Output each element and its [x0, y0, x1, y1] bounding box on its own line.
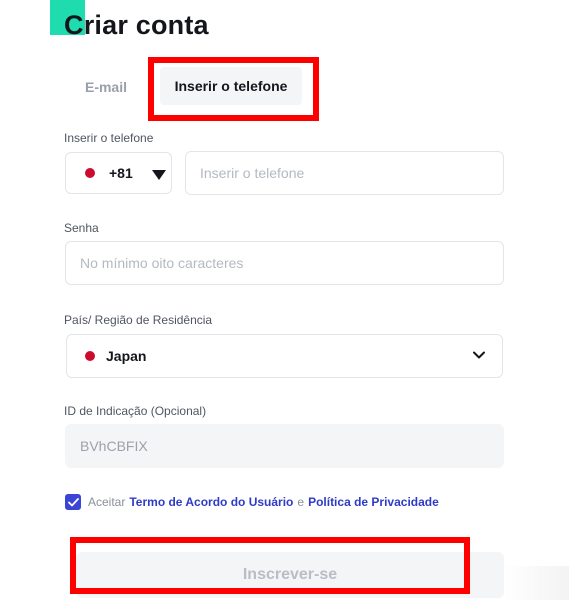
signup-button[interactable]: Inscrever-se — [76, 552, 504, 598]
phone-field[interactable] — [185, 151, 504, 195]
country-selected-value: Japan — [106, 348, 147, 364]
japan-flag-icon — [85, 168, 95, 178]
terms-link[interactable]: Termo de Acordo do Usuário — [129, 495, 293, 509]
referral-input[interactable] — [66, 425, 503, 467]
caret-down-icon — [152, 170, 166, 180]
chevron-down-icon — [473, 351, 485, 359]
referral-field[interactable] — [65, 424, 504, 468]
password-input[interactable] — [66, 242, 503, 284]
background-fade — [504, 566, 569, 600]
phone-input[interactable] — [186, 152, 503, 194]
country-code-dropdown[interactable]: +81 — [65, 152, 172, 194]
page-title: Criar conta — [64, 10, 209, 40]
japan-flag-icon — [85, 351, 95, 361]
tab-phone[interactable]: Inserir o telefone — [160, 67, 302, 105]
referral-label: ID de Indicação (Opcional) — [64, 404, 207, 418]
agreement-prefix: Aceitar — [88, 495, 126, 509]
agreement-conjunction: e — [297, 495, 305, 509]
privacy-link[interactable]: Política de Privacidade — [308, 495, 439, 509]
country-label: País/ Região de Residência — [64, 313, 213, 327]
phone-label: Inserir o telefone — [64, 131, 154, 145]
country-select[interactable]: Japan — [66, 334, 503, 378]
country-code-value: +81 — [109, 165, 133, 181]
checkmark-icon — [67, 497, 79, 506]
password-field[interactable] — [65, 241, 504, 285]
agreement-row: Aceitar Termo de Acordo do Usuário e Pol… — [65, 494, 439, 510]
password-label: Senha — [64, 221, 99, 235]
tab-email[interactable]: E-mail — [72, 70, 140, 104]
agreement-checkbox[interactable] — [65, 494, 81, 510]
